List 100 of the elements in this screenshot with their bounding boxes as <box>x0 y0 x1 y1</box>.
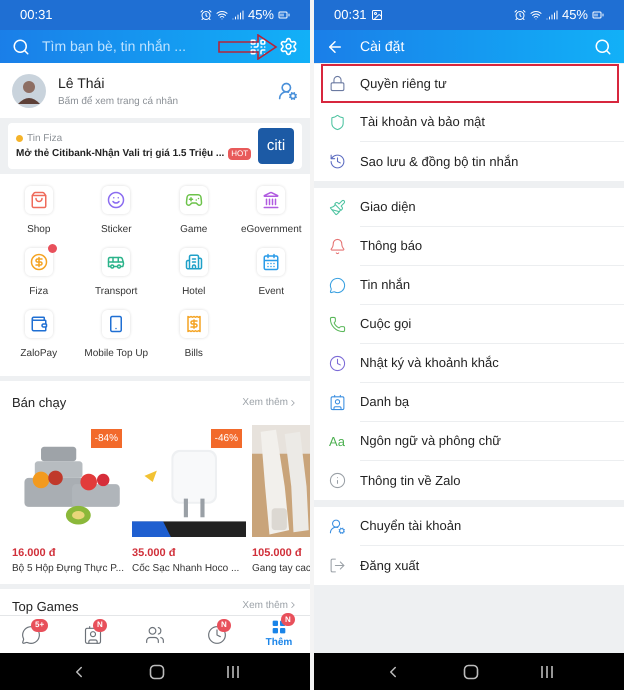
app-shortcut[interactable]: Bills <box>155 306 232 368</box>
image-icon <box>370 9 383 21</box>
discount-badge: -84% <box>90 428 122 448</box>
app-label: Shop <box>27 223 50 237</box>
settings-item[interactable]: Chuyển tài khoản <box>314 507 624 546</box>
qr-code-icon[interactable] <box>249 38 267 56</box>
clock-icon <box>328 355 346 372</box>
coin-icon <box>16 135 23 142</box>
settings-item[interactable]: Cuộc gọi <box>314 305 624 344</box>
screen-title: Cài đặt <box>360 37 406 56</box>
search-field[interactable]: Tìm bạn bè, tin nhắn ... <box>42 36 237 57</box>
news-card[interactable]: Tin Fiza Mở thẻ Citibank-Nhận Vali trị giá 1.5 Triệu ... HOT citi <box>8 123 302 169</box>
product-name: Cốc Sạc Nhanh Hoco ... <box>132 562 240 576</box>
settings-label: Tài khoản và bảo mật <box>360 113 486 132</box>
profile-name[interactable]: Lê Thái <box>58 72 266 94</box>
search-bar[interactable]: Tìm bạn bè, tin nhắn ... <box>0 30 310 63</box>
settings-item[interactable]: Danh bạ <box>314 383 624 422</box>
settings-item[interactable]: Đăng xuất <box>314 546 624 585</box>
recent-apps-icon[interactable] <box>540 664 554 678</box>
lock-icon <box>328 75 346 92</box>
notification-badge: N <box>217 618 231 632</box>
settings-item[interactable]: Tài khoản và bảo mật <box>314 103 624 142</box>
app-shortcut[interactable]: Mobile Top Up <box>78 306 155 368</box>
tab-icon <box>145 624 165 644</box>
settings-item[interactable]: Aa Ngôn ngữ và phông chữ <box>314 422 624 461</box>
app-shortcut[interactable]: Event <box>232 244 310 306</box>
product-price: 35.000 đ <box>132 546 176 560</box>
app-shortcut[interactable]: ZaloPay <box>0 306 78 368</box>
product-card[interactable]: -46% 35.000 đ Cốc Sạc Nhanh Hoco ... <box>132 424 246 576</box>
nav-tab[interactable]: N <box>62 616 124 653</box>
app-label: Game <box>180 223 208 237</box>
settings-item[interactable]: Tin nhắn <box>314 266 624 305</box>
settings-label: Sao lưu & đồng bộ tin nhắn <box>360 152 518 171</box>
avatar[interactable] <box>12 74 46 108</box>
settings-item[interactable]: Quyền riêng tư <box>321 64 619 103</box>
app-shortcut[interactable]: Shop <box>0 182 78 244</box>
recent-apps-icon[interactable] <box>226 664 240 678</box>
alarm-icon <box>514 9 526 21</box>
settings-label: Quyền riêng tư <box>360 74 447 93</box>
app-icon <box>262 191 280 209</box>
nav-tab[interactable]: N <box>186 616 248 653</box>
settings-label: Thông báo <box>360 237 422 256</box>
status-time: 00:31 <box>20 6 53 24</box>
settings-label: Danh bạ <box>360 393 410 412</box>
settings-label: Giao diện <box>360 198 416 216</box>
app-icon <box>30 191 48 209</box>
battery-icon <box>592 9 604 21</box>
settings-item[interactable]: Thông báo <box>314 227 624 266</box>
app-label: ZaloPay <box>20 347 58 361</box>
settings-item[interactable]: Nhật ký và khoảnh khắc <box>314 344 624 383</box>
settings-icon[interactable] <box>279 37 298 56</box>
product-card[interactable]: -84% 16.000 đ Bộ 5 Hộp Đựng Thực P... <box>12 424 126 576</box>
app-shortcut[interactable]: Hotel <box>155 244 232 306</box>
discount-badge: -46% <box>210 428 242 448</box>
app-icon <box>184 191 203 209</box>
search-icon[interactable] <box>12 38 30 56</box>
status-time: 00:31 <box>334 6 367 24</box>
battery-icon <box>278 9 290 21</box>
settings-label: Chuyển tài khoản <box>360 517 462 536</box>
settings-item[interactable]: Sao lưu & đồng bộ tin nhắn <box>314 142 624 181</box>
home-icon[interactable] <box>148 664 165 680</box>
annotation-arrow <box>218 34 278 60</box>
notification-badge: N <box>93 618 107 632</box>
settings-item[interactable]: Giao diện <box>314 188 624 227</box>
history-icon <box>328 153 346 170</box>
app-shortcut[interactable]: Sticker <box>78 182 155 244</box>
news-source: Tin Fiza <box>27 132 62 146</box>
paintbrush-icon <box>328 199 346 216</box>
phone-icon <box>328 316 346 333</box>
nav-tab[interactable]: 5+ <box>0 616 62 653</box>
alarm-icon <box>200 9 212 21</box>
profile-subtitle: Bấm để xem trang cá nhân <box>58 94 180 108</box>
message-icon <box>328 277 346 294</box>
nav-tab[interactable]: N Thêm <box>248 616 310 653</box>
app-shortcut[interactable]: eGovernment <box>232 182 310 244</box>
citi-logo: citi <box>258 128 294 164</box>
app-icon <box>30 315 48 333</box>
news-headline: Mở thẻ Citibank-Nhận Vali trị giá 1.5 Triệu ... <box>16 147 224 161</box>
app-icon <box>262 253 280 271</box>
app-shortcut[interactable]: Transport <box>78 244 155 306</box>
home-icon[interactable] <box>462 664 479 680</box>
product-price: 105.000 đ <box>252 546 303 560</box>
app-icon <box>184 253 203 271</box>
switch-account-icon[interactable] <box>278 80 298 100</box>
app-shortcut[interactable]: Fiza <box>0 244 78 306</box>
battery-level: 45% <box>562 6 588 24</box>
app-icon <box>184 315 203 333</box>
search-icon[interactable] <box>594 38 612 56</box>
battery-level: 45% <box>248 6 274 24</box>
app-label: Mobile Top Up <box>84 347 148 361</box>
app-label: eGovernment <box>240 223 302 237</box>
notification-badge: 5+ <box>31 618 48 632</box>
app-label: Bills <box>184 347 203 361</box>
user-switch-icon <box>328 518 346 535</box>
app-label: Hotel <box>182 285 206 299</box>
settings-item[interactable]: Thông tin về Zalo <box>314 461 624 500</box>
logout-icon <box>328 557 346 574</box>
contact-icon <box>328 394 346 411</box>
app-shortcut[interactable]: Game <box>155 182 232 244</box>
section-title: Top Games <box>12 598 78 615</box>
